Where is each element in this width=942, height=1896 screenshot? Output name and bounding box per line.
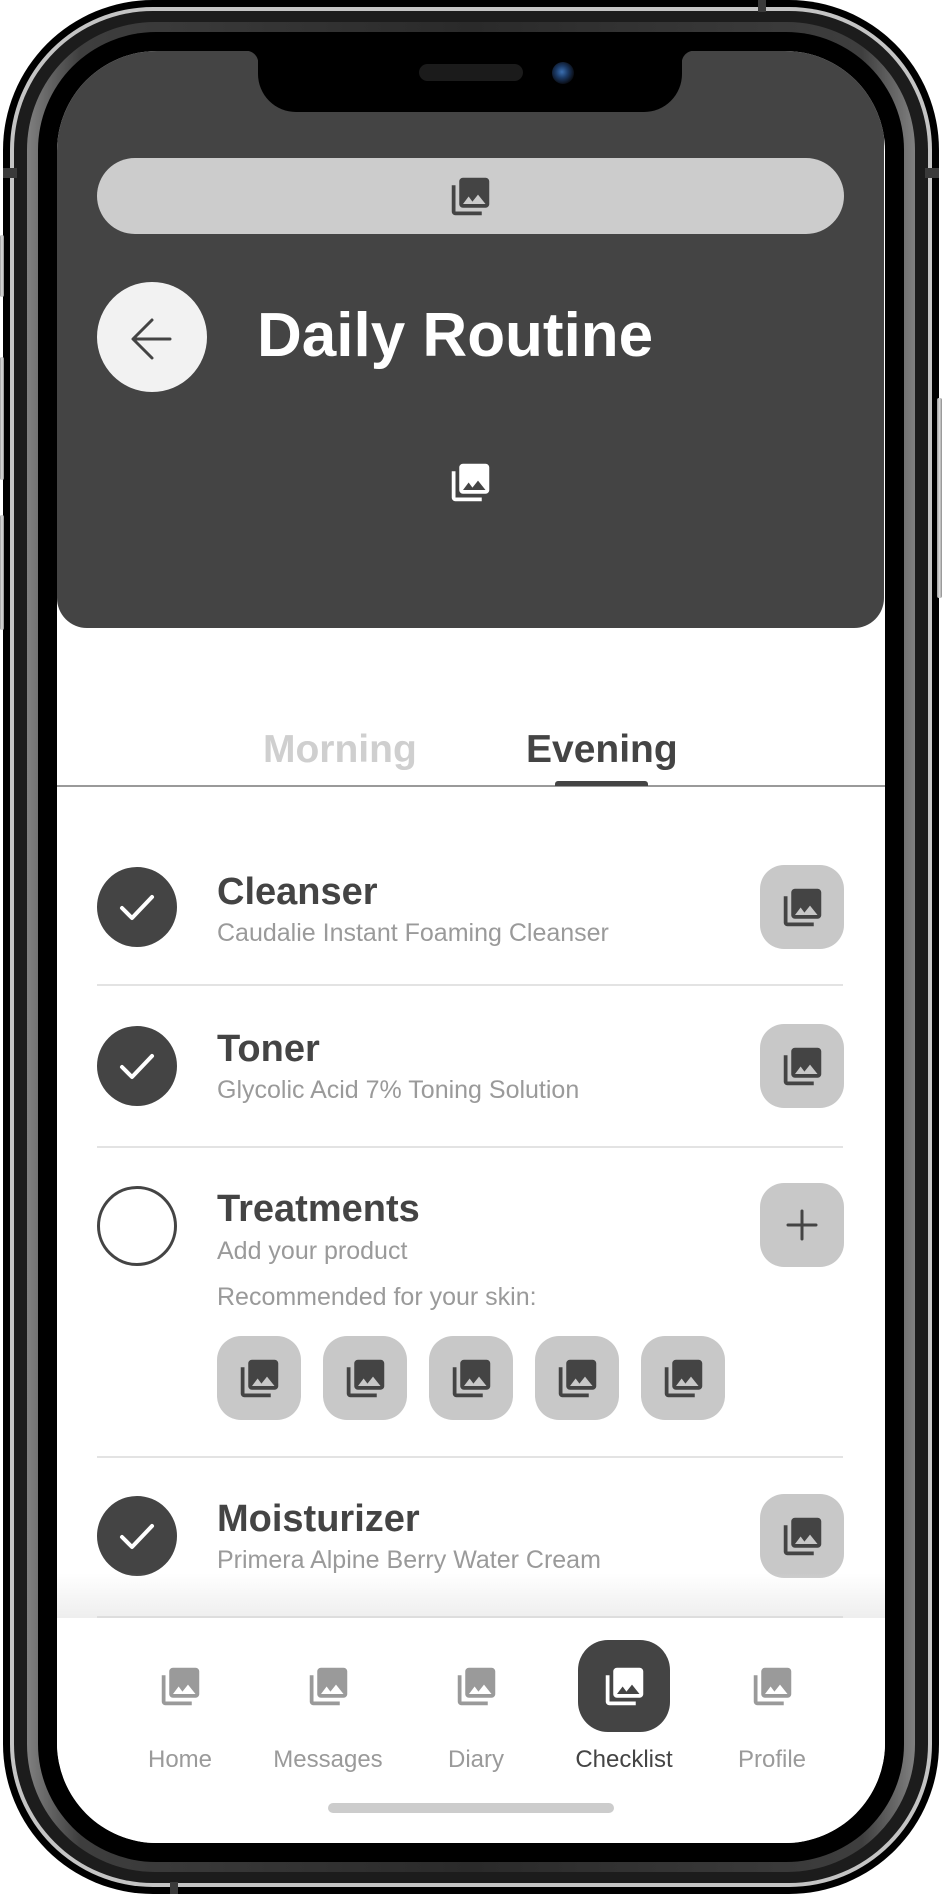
photo-library-icon (780, 1514, 825, 1559)
step-title: Treatments (217, 1188, 420, 1230)
photo-library-icon (661, 1356, 706, 1401)
tab-morning[interactable]: Morning (263, 730, 417, 769)
photo-library-icon (343, 1356, 388, 1401)
tabs-divider (57, 785, 885, 787)
antenna-band (170, 1882, 178, 1894)
volume-up-button (0, 357, 4, 480)
tab-evening[interactable]: Evening (526, 730, 678, 769)
nav-label: Profile (737, 1746, 807, 1773)
search-bar[interactable] (97, 158, 844, 234)
volume-down-button (0, 515, 4, 630)
back-button[interactable] (97, 282, 207, 392)
step-checkbox[interactable] (97, 867, 177, 947)
mute-switch (0, 235, 4, 297)
active-tab-indicator (555, 781, 648, 786)
photo-library-icon (750, 1664, 795, 1709)
step-product: Primera Alpine Berry Water Cream (217, 1546, 601, 1574)
front-camera (552, 62, 574, 84)
nav-checklist[interactable]: Checklist (550, 1618, 698, 1778)
nav-label: Home (147, 1746, 213, 1773)
step-product: Glycolic Acid 7% Toning Solution (217, 1076, 580, 1104)
photo-library-icon (449, 1356, 494, 1401)
phone-screen: Daily Routine Morning Evening Cleanser C… (57, 51, 885, 1843)
nav-label: Messages (273, 1746, 383, 1773)
row-divider (97, 984, 843, 986)
step-title: Cleanser (217, 871, 378, 913)
antenna-band (758, 0, 766, 12)
nav-label: Checklist (575, 1746, 673, 1773)
checkmark-icon (120, 1054, 154, 1079)
photo-library-icon (780, 1044, 825, 1089)
photo-library-icon (306, 1664, 351, 1709)
photo-library-icon (780, 885, 825, 930)
product-image-button[interactable] (760, 1024, 844, 1108)
product-image-button[interactable] (760, 865, 844, 949)
scroll-fade (57, 1573, 885, 1618)
antenna-band (3, 168, 17, 178)
photo-library-icon (237, 1356, 282, 1401)
step-title: Moisturizer (217, 1498, 420, 1540)
photo-library-icon (448, 460, 493, 505)
home-indicator[interactable] (328, 1803, 614, 1813)
product-image-button[interactable] (760, 1494, 844, 1578)
add-product-button[interactable] (760, 1183, 844, 1267)
step-title: Toner (217, 1028, 320, 1070)
photo-library-icon (454, 1664, 499, 1709)
nav-messages[interactable]: Messages (254, 1618, 402, 1778)
recommended-product-1[interactable] (217, 1336, 301, 1420)
step-checkbox[interactable] (97, 1496, 177, 1576)
nav-diary[interactable]: Diary (402, 1618, 550, 1778)
photo-library-icon (555, 1356, 600, 1401)
plus-icon (786, 1209, 818, 1241)
power-button (937, 398, 942, 598)
page-title: Daily Routine (257, 301, 654, 370)
recommended-product-5[interactable] (641, 1336, 725, 1420)
photo-library-icon (602, 1664, 647, 1709)
checkmark-icon (120, 895, 154, 920)
nav-profile[interactable]: Profile (698, 1618, 846, 1778)
arrow-left-icon (131, 318, 172, 360)
row-divider (97, 1146, 843, 1148)
recommended-product-2[interactable] (323, 1336, 407, 1420)
add-product-link[interactable]: Add your product (217, 1239, 407, 1264)
step-product: Caudalie Instant Foaming Cleanser (217, 919, 609, 947)
nav-home[interactable]: Home (106, 1618, 254, 1778)
recommended-label: Recommended for your skin: (217, 1283, 537, 1311)
recommended-product-4[interactable] (535, 1336, 619, 1420)
photo-library-icon (448, 174, 493, 219)
nav-label: Diary (447, 1746, 504, 1773)
step-checkbox[interactable] (97, 1186, 177, 1266)
checkmark-icon (120, 1524, 154, 1549)
recommended-product-3[interactable] (429, 1336, 513, 1420)
row-divider (97, 1456, 843, 1458)
antenna-band (925, 168, 939, 178)
photo-library-icon (158, 1664, 203, 1709)
step-checkbox[interactable] (97, 1026, 177, 1106)
speaker-grille (419, 64, 523, 81)
notch (246, 51, 694, 112)
